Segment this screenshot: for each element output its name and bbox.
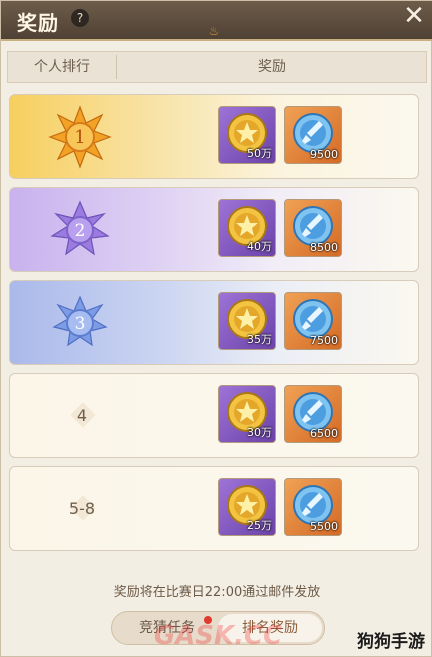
reward-qty: 6500 (310, 427, 338, 440)
reward-item-coin[interactable]: 30万 (218, 385, 276, 443)
rank-row-1: 1 50万 9500 (9, 94, 419, 179)
rank-label: 5-8 (68, 499, 96, 518)
rank-3-badge-icon: 3 (52, 295, 108, 347)
header-rank: 个人排行 (34, 59, 90, 75)
reward-qty: 5500 (310, 520, 338, 533)
reward-qty: 50万 (247, 147, 272, 160)
rank-1-number: 1 (74, 127, 85, 148)
reward-item-token[interactable]: 5500 (284, 478, 342, 536)
dialog-title: 奖励 (17, 11, 59, 35)
brand-logo: 狗狗手游 (357, 632, 425, 652)
rank-2-number: 2 (75, 221, 86, 241)
rank-3-number: 3 (75, 314, 86, 334)
rank-2-badge-icon: 2 (50, 200, 110, 256)
reward-qty: 9500 (310, 148, 338, 161)
reward-item-coin[interactable]: 50万 (218, 106, 276, 164)
reward-dialog: 奖励 ? ✕ ♨ 个人排行 奖励 1 50万 9500 2 40万 8500 3… (0, 0, 432, 657)
help-icon[interactable]: ? (71, 9, 89, 27)
reward-item-token[interactable]: 6500 (284, 385, 342, 443)
header-divider (116, 55, 117, 79)
close-icon[interactable]: ✕ (399, 1, 429, 31)
reward-qty: 35万 (247, 333, 272, 346)
reward-qty: 8500 (310, 241, 338, 254)
reward-item-coin[interactable]: 40万 (218, 199, 276, 257)
reward-item-coin[interactable]: 25万 (218, 478, 276, 536)
reward-item-token[interactable]: 7500 (284, 292, 342, 350)
reward-qty: 7500 (310, 334, 338, 347)
mail-delivery-note: 奖励将在比赛日22:00通过邮件发放 (113, 585, 321, 600)
rank-label: 4 (76, 406, 88, 425)
header-reward: 奖励 (258, 59, 286, 75)
watermark: GASK.CC (153, 621, 283, 651)
rank-row-5-8: 5-8 25万 5500 (9, 466, 419, 551)
reward-qty: 40万 (247, 240, 272, 253)
reward-qty: 25万 (247, 519, 272, 532)
rank-row-2: 2 40万 8500 (9, 187, 419, 272)
dialog-titlebar: 奖励 ? ✕ ♨ (1, 1, 432, 41)
rank-1-badge-icon: 1 (48, 105, 112, 169)
rank-row-4: 4 30万 6500 (9, 373, 419, 458)
ornament-icon: ♨ (208, 24, 220, 38)
reward-item-coin[interactable]: 35万 (218, 292, 276, 350)
reward-qty: 30万 (247, 426, 272, 439)
reward-item-token[interactable]: 8500 (284, 199, 342, 257)
reward-item-token[interactable]: 9500 (284, 106, 342, 164)
rank-row-3: 3 35万 7500 (9, 280, 419, 365)
table-header: 个人排行 奖励 (7, 51, 427, 83)
